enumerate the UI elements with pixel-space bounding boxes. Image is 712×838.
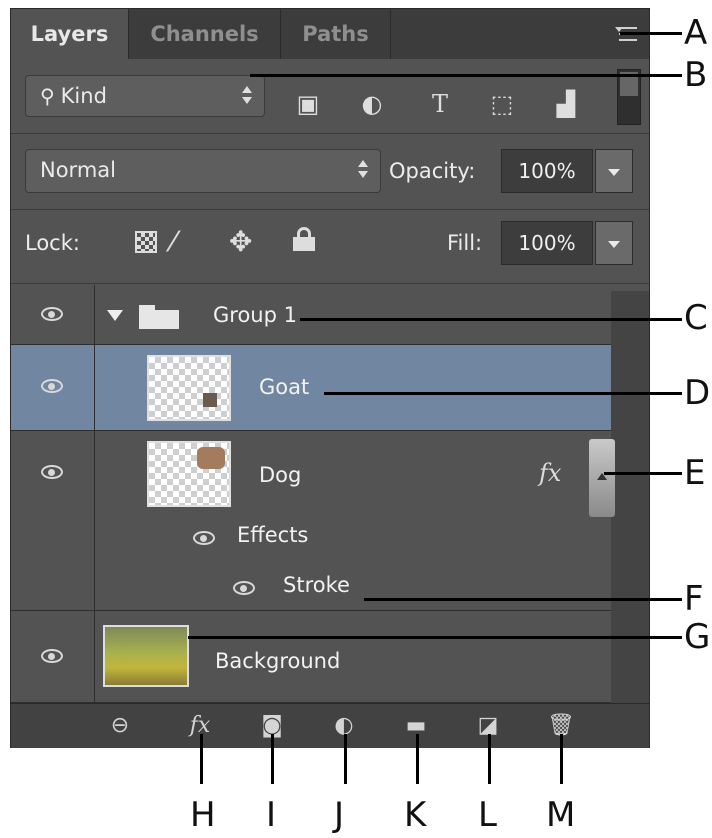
stroke-eye-icon[interactable] xyxy=(233,581,255,595)
divider xyxy=(11,133,649,134)
expand-triangle-icon[interactable] xyxy=(107,310,123,321)
callout-c: C xyxy=(684,298,708,338)
layer-name-background: Background xyxy=(215,649,341,673)
layer-row-group-1[interactable]: Group 1 xyxy=(11,285,611,345)
callout-line-e xyxy=(604,472,682,475)
callout-i: I xyxy=(266,795,277,835)
visibility-eye-icon[interactable] xyxy=(41,379,63,393)
folder-icon xyxy=(139,305,179,329)
link-icon[interactable]: ⊖ xyxy=(107,714,133,738)
filter-kind-label: Kind xyxy=(60,84,107,108)
callout-m: M xyxy=(546,795,576,835)
divider xyxy=(11,283,649,284)
callout-line-a xyxy=(620,32,682,35)
fx-icon[interactable]: fx xyxy=(539,459,561,487)
goat-thumbnail xyxy=(147,355,231,421)
stroke-label: Stroke xyxy=(283,573,350,597)
callout-f: F xyxy=(684,579,704,619)
image-filter-icon[interactable]: ▣ xyxy=(293,89,323,119)
lock-image-pixels-brush-icon[interactable]: ⁄ xyxy=(171,225,176,258)
search-icon: ⚲ xyxy=(40,84,55,108)
tab-layers[interactable]: Layers xyxy=(11,9,129,59)
effects-label: Effects xyxy=(237,523,309,547)
callout-b: B xyxy=(684,55,708,95)
callout-line-l xyxy=(488,734,491,784)
blend-mode-label: Normal xyxy=(40,158,116,182)
blend-mode-dropdown[interactable]: Normal xyxy=(25,149,381,193)
callout-d: D xyxy=(684,373,711,413)
callout-line-c xyxy=(300,318,682,321)
opacity-dropdown-button[interactable] xyxy=(595,149,633,193)
updown-arrows-icon xyxy=(242,84,252,108)
visibility-eye-icon[interactable] xyxy=(41,307,63,321)
smart-object-filter-icon[interactable]: ▟ xyxy=(551,89,581,119)
layer-row-dog[interactable]: Dog fx Effects Stroke xyxy=(11,431,611,611)
layer-row-goat[interactable]: Goat xyxy=(11,345,611,431)
effects-eye-icon[interactable] xyxy=(193,531,215,545)
callout-h: H xyxy=(190,795,216,835)
callout-line-i xyxy=(271,734,274,784)
callout-line-g xyxy=(188,636,682,639)
callout-a: A xyxy=(684,13,708,53)
callout-line-d xyxy=(324,392,682,395)
layer-name-dog: Dog xyxy=(259,463,302,487)
type-filter-icon[interactable]: T xyxy=(425,89,455,119)
layer-name-goat: Goat xyxy=(259,375,310,399)
opacity-field[interactable]: 100% xyxy=(501,149,593,193)
callout-line-j xyxy=(344,734,347,784)
callout-line-h xyxy=(200,734,203,784)
opacity-label: Opacity: xyxy=(389,159,476,183)
fill-dropdown-button[interactable] xyxy=(595,221,633,265)
divider xyxy=(11,209,649,210)
callout-line-b xyxy=(250,74,682,77)
visibility-column xyxy=(11,611,95,702)
updown-arrows-icon xyxy=(358,158,368,182)
callout-g: G xyxy=(684,617,711,657)
bottom-toolbar: ⊖ fx ◙ ◐ ▬ ◪ 🗑 xyxy=(11,703,649,748)
shape-filter-icon[interactable]: ⬚ xyxy=(487,89,517,119)
visibility-column xyxy=(11,431,95,610)
fill-label: Fill: xyxy=(447,231,483,255)
tab-paths[interactable]: Paths xyxy=(281,9,391,59)
lock-transparent-pixels-icon[interactable] xyxy=(135,231,157,253)
adjustment-filter-icon[interactable]: ◐ xyxy=(357,89,387,119)
layer-row-background[interactable]: Background xyxy=(11,611,611,703)
tab-channels[interactable]: Channels xyxy=(129,9,281,59)
visibility-eye-icon[interactable] xyxy=(41,649,63,663)
callout-line-m xyxy=(560,734,563,784)
lock-label: Lock: xyxy=(25,231,80,255)
callout-e: E xyxy=(684,453,706,493)
visibility-column xyxy=(11,285,95,344)
filter-toggle-switch[interactable] xyxy=(617,69,641,125)
visibility-eye-icon[interactable] xyxy=(41,465,63,479)
scrollbar-thumb[interactable] xyxy=(589,439,615,517)
dog-thumbnail xyxy=(147,441,231,507)
callout-k: K xyxy=(404,795,427,835)
lock-position-move-icon[interactable]: ✥ xyxy=(229,225,252,258)
callout-j: J xyxy=(334,795,345,835)
background-thumbnail xyxy=(103,625,189,687)
filter-kind-dropdown[interactable]: ⚲ Kind xyxy=(25,75,265,117)
tab-bar: Layers Channels Paths xyxy=(11,9,649,59)
fill-field[interactable]: 100% xyxy=(501,221,593,265)
callout-line-k xyxy=(416,734,419,784)
callout-l: L xyxy=(478,795,497,835)
scrollbar-track[interactable] xyxy=(611,291,649,703)
lock-all-padlock-icon[interactable] xyxy=(293,227,315,251)
layer-name-group: Group 1 xyxy=(213,303,297,327)
callout-line-f xyxy=(364,598,682,601)
visibility-column xyxy=(11,345,95,430)
